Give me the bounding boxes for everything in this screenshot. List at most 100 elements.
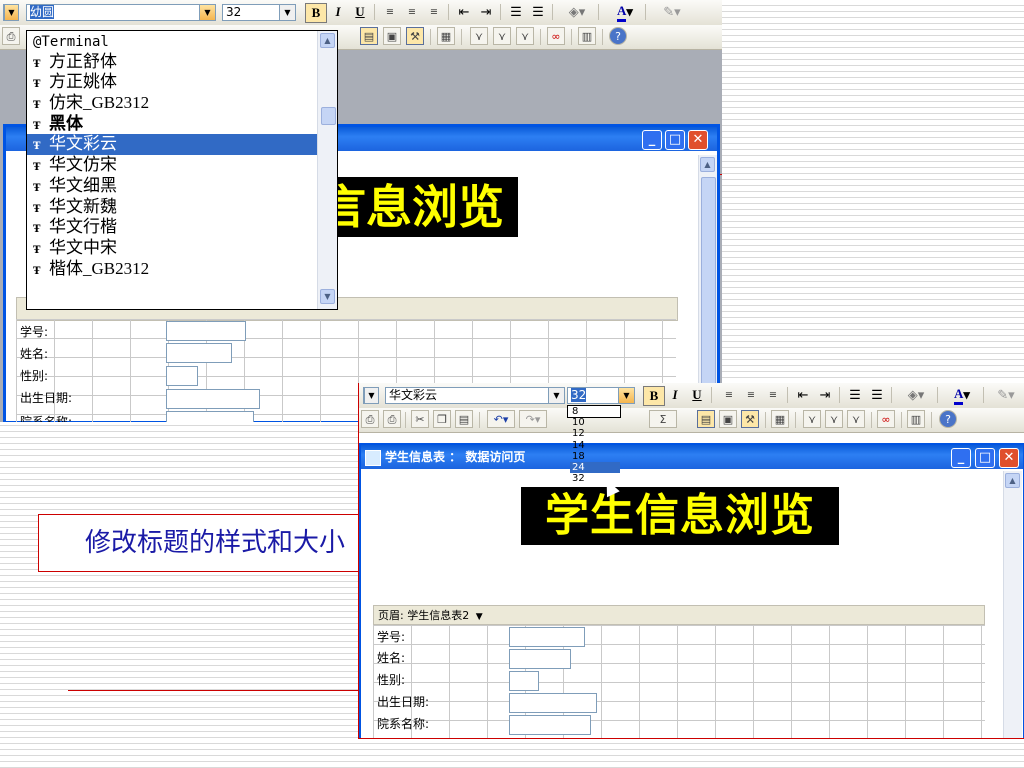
scroll-thumb[interactable]: [1006, 493, 1019, 733]
help-icon[interactable]: ?: [939, 410, 957, 428]
help-icon[interactable]: ?: [609, 27, 627, 45]
style-combo[interactable]: ▼: [3, 4, 19, 21]
font-size-combo[interactable]: 32 ▼: [222, 4, 296, 21]
italic-button[interactable]: I: [665, 386, 685, 404]
database-window-icon[interactable]: ▥: [578, 27, 596, 45]
scroll-up-icon[interactable]: ▲: [320, 33, 335, 48]
maximize-button[interactable]: □: [975, 448, 995, 468]
properties-icon[interactable]: ▦: [437, 27, 455, 45]
department-field[interactable]: [166, 411, 254, 422]
font-option[interactable]: Ŧ 方正舒体: [27, 52, 317, 73]
filter-icon[interactable]: ⋎: [516, 27, 534, 45]
chevron-down-icon[interactable]: ▼: [548, 388, 564, 403]
font-option[interactable]: Ŧ 华文中宋: [27, 238, 317, 259]
font-size-option[interactable]: 8: [570, 406, 620, 417]
scroll-down-icon[interactable]: ▼: [320, 289, 335, 304]
sigma-icon[interactable]: Σ: [649, 410, 677, 428]
vertical-scrollbar[interactable]: ▲: [698, 155, 717, 422]
align-center-icon[interactable]: ≡: [741, 386, 761, 404]
field-list-icon[interactable]: ▣: [719, 410, 737, 428]
toolbox-icon[interactable]: ⚒: [406, 27, 424, 45]
gender-field[interactable]: [166, 366, 198, 386]
line-color-icon[interactable]: ✎▾: [655, 3, 689, 21]
font-size-option[interactable]: 24: [570, 461, 620, 474]
font-dropdown-list[interactable]: @Terminal Ŧ 方正舒体 Ŧ 方正姚体 Ŧ 仿宋_GB2312 Ŧ 黑体 Ŧ 华文彩云 Ŧ 华文…: [26, 30, 338, 310]
underline-button[interactable]: U: [350, 3, 370, 21]
bullet-list-icon[interactable]: ☰: [867, 386, 887, 404]
italic-button[interactable]: I: [328, 3, 348, 21]
font-option[interactable]: Ŧ 华文彩云: [27, 134, 317, 156]
chevron-down-icon[interactable]: ▼: [279, 5, 295, 20]
font-size-option[interactable]: 18: [570, 451, 620, 462]
vertical-scrollbar[interactable]: ▲: [1003, 471, 1022, 738]
font-option[interactable]: Ŧ 仿宋_GB2312: [27, 93, 317, 114]
birthdate-field[interactable]: [509, 693, 597, 713]
undo-icon[interactable]: ↶▾: [487, 410, 515, 428]
align-center-icon[interactable]: ≡: [402, 3, 422, 21]
line-color-icon[interactable]: ✎▾: [991, 386, 1021, 404]
font-name-combo[interactable]: 幼圆 ▼: [26, 4, 216, 21]
scroll-thumb[interactable]: [321, 107, 336, 125]
align-right-icon[interactable]: ≡: [424, 3, 444, 21]
close-button[interactable]: ✕: [999, 448, 1019, 468]
font-option[interactable]: Ŧ 楷体_GB2312: [27, 259, 317, 280]
bullet-list-icon[interactable]: ☰: [528, 3, 548, 21]
font-size-combo[interactable]: 32 ▼: [567, 387, 635, 404]
font-option[interactable]: Ŧ 方正姚体: [27, 72, 317, 93]
font-option[interactable]: Ŧ 华文仿宋: [27, 155, 317, 176]
print-icon[interactable]: ⎙: [2, 27, 20, 45]
increase-indent-icon[interactable]: ⇥: [815, 386, 835, 404]
style-combo[interactable]: ▼: [363, 387, 379, 404]
link-icon[interactable]: ∞: [547, 27, 565, 45]
scroll-up-icon[interactable]: ▲: [700, 157, 715, 172]
chevron-down-icon[interactable]: ▼: [476, 612, 483, 622]
font-option[interactable]: @Terminal: [27, 31, 317, 52]
font-size-option[interactable]: 12: [570, 428, 620, 439]
fill-color-icon[interactable]: ◈▾: [560, 3, 594, 21]
database-window-icon[interactable]: ▥: [907, 410, 925, 428]
student-id-field[interactable]: [166, 321, 246, 341]
font-name-combo[interactable]: 华文彩云 ▼: [385, 387, 565, 404]
minimize-button[interactable]: _: [951, 448, 971, 468]
toggle-filter-icon[interactable]: ⋎: [493, 27, 511, 45]
print-preview-icon[interactable]: ⎙: [383, 410, 401, 428]
cut-icon[interactable]: ✂: [411, 410, 429, 428]
filter-by-selection-icon[interactable]: ⋎: [803, 410, 821, 428]
font-color-button[interactable]: A ▾: [947, 386, 977, 405]
properties-icon[interactable]: ▦: [771, 410, 789, 428]
print-icon[interactable]: ⎙: [361, 410, 379, 428]
font-option[interactable]: Ŧ 华文细黑: [27, 176, 317, 197]
filter-by-selection-icon[interactable]: ⋎: [470, 27, 488, 45]
copy-icon[interactable]: ❐: [433, 410, 451, 428]
font-option[interactable]: Ŧ 华文新魏: [27, 197, 317, 218]
align-left-icon[interactable]: ≡: [380, 3, 400, 21]
birthdate-field[interactable]: [166, 389, 260, 409]
name-field[interactable]: [509, 649, 571, 669]
chevron-down-icon[interactable]: ▼: [618, 388, 634, 403]
toolbox-icon[interactable]: ⚒: [741, 410, 759, 428]
scroll-up-icon[interactable]: ▲: [1005, 473, 1020, 488]
decrease-indent-icon[interactable]: ⇤: [454, 3, 474, 21]
name-field[interactable]: [166, 343, 232, 363]
filter-icon[interactable]: ⋎: [847, 410, 865, 428]
student-id-field[interactable]: [509, 627, 585, 647]
minimize-button[interactable]: _: [642, 130, 662, 150]
align-right-icon[interactable]: ≡: [763, 386, 783, 404]
font-size-dropdown-list[interactable]: 8 10 12 14 18 24 32: [567, 405, 621, 484]
increase-indent-icon[interactable]: ⇥: [476, 3, 496, 21]
bold-button[interactable]: B: [305, 3, 327, 23]
numbered-list-icon[interactable]: ☰: [845, 386, 865, 404]
font-size-option[interactable]: 10: [570, 417, 620, 428]
chevron-down-icon[interactable]: ▼: [199, 5, 215, 20]
bold-button[interactable]: B: [643, 386, 665, 406]
font-option[interactable]: Ŧ 华文行楷: [27, 217, 317, 238]
font-color-button[interactable]: A ▾: [610, 3, 640, 22]
gender-field[interactable]: [509, 671, 539, 691]
toggle-filter-icon[interactable]: ⋎: [825, 410, 843, 428]
sorting-grouping-icon[interactable]: ▤: [360, 27, 378, 45]
font-option[interactable]: Ŧ 黑体: [27, 114, 317, 135]
font-size-option[interactable]: 14: [570, 440, 620, 451]
field-list-icon[interactable]: ▣: [383, 27, 401, 45]
paste-icon[interactable]: ▤: [455, 410, 473, 428]
font-list-scrollbar[interactable]: ▲ ▼: [317, 31, 337, 309]
